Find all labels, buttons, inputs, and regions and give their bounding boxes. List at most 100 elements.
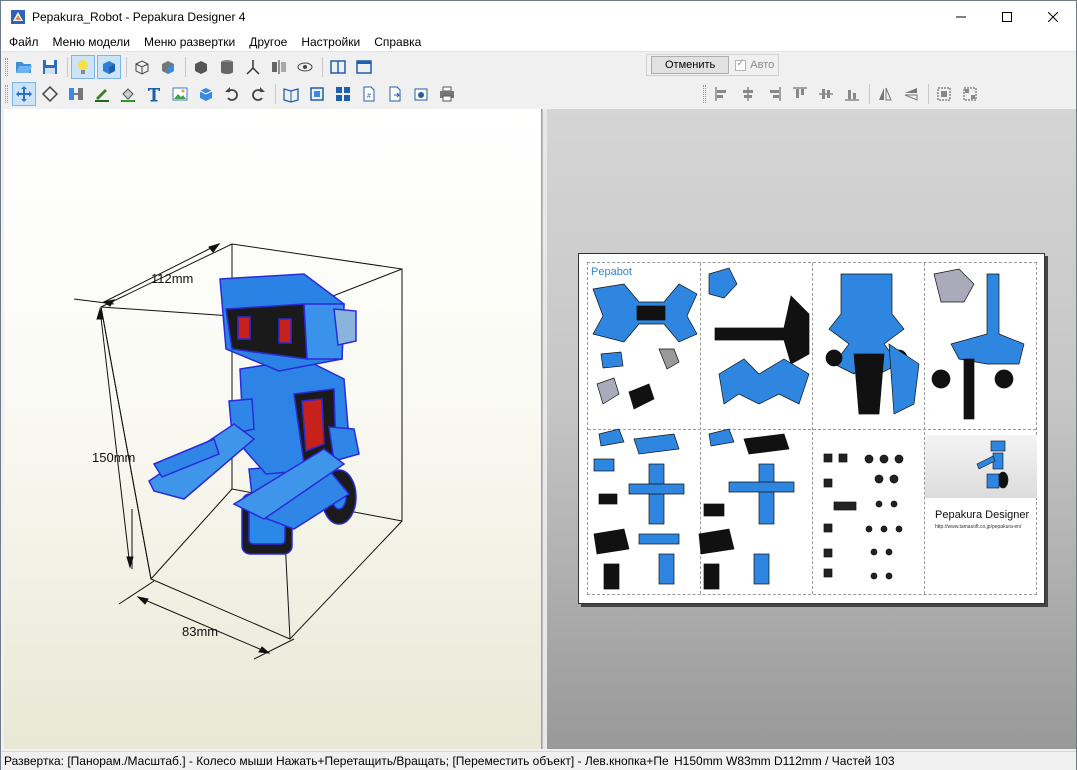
print-button[interactable] (435, 82, 459, 106)
robot-3d-model (73, 243, 403, 660)
page-number-icon: # (363, 86, 375, 102)
single-view-button[interactable] (352, 55, 376, 79)
menu-settings[interactable]: Настройки (294, 32, 367, 52)
flip-v-button[interactable] (899, 82, 923, 106)
auto-label: Авто (750, 59, 775, 71)
group-button[interactable] (932, 82, 956, 106)
align-center-button[interactable] (736, 82, 760, 106)
redo-button[interactable] (246, 82, 270, 106)
dim-width-label: 112mm (151, 271, 194, 286)
dim-depth-label: 83mm (182, 624, 219, 639)
texture-toggle-button[interactable] (97, 55, 121, 79)
axis-button[interactable] (241, 55, 265, 79)
align-top-button[interactable] (788, 82, 812, 106)
undo-text-button[interactable]: Отменить (651, 56, 730, 74)
menu-file[interactable]: Файл (1, 32, 46, 52)
maximize-icon (1002, 11, 1012, 22)
paper-url-text: http://www.tamasoft.co.jp/pepakura-en/ (935, 524, 1022, 530)
box-button[interactable] (189, 55, 213, 79)
status-hint: Развертка: [Панорам./Масштаб.] - Колесо … (4, 754, 668, 768)
align-top-icon (793, 87, 807, 98)
minimize-button[interactable] (938, 1, 984, 32)
pepakura-app-icon (11, 9, 25, 24)
page-number-button[interactable]: # (357, 82, 381, 106)
toolbar-area: # (1, 52, 1076, 108)
save-button[interactable] (38, 55, 62, 79)
split-view-button[interactable] (326, 55, 350, 79)
grid-parts-icon (336, 87, 350, 101)
window-title: Pepakura_Robot - Pepakura Designer 4 (32, 9, 246, 24)
cube-unfold-icon (199, 88, 213, 101)
flip-horizontal-icon (879, 87, 892, 101)
paint-button[interactable] (116, 82, 140, 106)
arrange-parts-button[interactable] (331, 82, 355, 106)
pencil-line-icon (95, 89, 109, 102)
paint-bucket-icon (121, 88, 135, 102)
camera-icon (414, 88, 428, 101)
menu-unfold[interactable]: Меню развертки (137, 32, 242, 52)
flip-h-button[interactable] (873, 82, 897, 106)
mirror-icon (272, 60, 286, 74)
mirror-button[interactable] (267, 55, 291, 79)
fit-page-button[interactable] (305, 82, 329, 106)
cylinder-button[interactable] (215, 55, 239, 79)
light-toggle-button[interactable] (71, 55, 95, 79)
edge-tool-button[interactable] (90, 82, 114, 106)
move-arrows-icon (16, 86, 32, 102)
redo-icon (252, 87, 265, 101)
text-tool-button[interactable] (142, 82, 166, 106)
group-icon (937, 87, 951, 101)
2d-unfold-view[interactable]: Pepabot Pepakura Designer http://www.tam… (547, 109, 1076, 749)
close-icon (1048, 11, 1058, 22)
undo-button[interactable] (220, 82, 244, 106)
align-right-button[interactable] (762, 82, 786, 106)
snapshot-button[interactable] (409, 82, 433, 106)
menu-help[interactable]: Справка (367, 32, 428, 52)
image-tool-button[interactable] (168, 82, 192, 106)
align-left-icon (715, 87, 726, 101)
3d-view[interactable]: 112mm 150mm 83mm (4, 109, 542, 749)
align-bottom-button[interactable] (840, 82, 864, 106)
align-right-icon (770, 87, 781, 101)
book-icon (283, 88, 299, 103)
align-bottom-icon (845, 90, 859, 101)
export-button[interactable] (383, 82, 407, 106)
unfold-button[interactable] (194, 82, 218, 106)
toolbar-unfold: # (1, 81, 461, 107)
status-dimensions: H150mm W83mm D112mm / Частей 103 (674, 754, 895, 768)
fit-page-icon (310, 87, 324, 101)
folder-open-icon (16, 62, 32, 73)
rotate-part-button[interactable] (38, 82, 62, 106)
menu-model[interactable]: Меню модели (46, 32, 137, 52)
printer-icon (440, 86, 454, 102)
close-button[interactable] (1030, 1, 1076, 32)
lightbulb-icon (78, 60, 88, 74)
open-button[interactable] (12, 55, 36, 79)
align-left-button[interactable] (710, 82, 734, 106)
cube-blue-icon (162, 61, 174, 74)
cube-select-icon (135, 60, 149, 75)
toolbar-main (1, 54, 378, 80)
menu-other[interactable]: Другое (242, 32, 294, 52)
auto-checkbox[interactable]: Авто (735, 58, 775, 71)
image-icon (172, 87, 188, 101)
minimize-icon (956, 16, 966, 17)
undo-panel: Отменить Авто (646, 54, 780, 76)
status-bar: Развертка: [Панорам./Масштаб.] - Колесо … (1, 751, 1076, 770)
view-eye-button[interactable] (293, 55, 317, 79)
export-page-icon (389, 86, 401, 102)
join-edges-icon (69, 88, 83, 100)
align-middle-button[interactable] (814, 82, 838, 106)
join-edges-button[interactable] (64, 82, 88, 106)
toolbar-align (699, 81, 984, 107)
paper-brand-text: Pepakura Designer (935, 509, 1030, 521)
cube-blue-button[interactable] (156, 55, 180, 79)
checkbox-box (735, 58, 747, 71)
move-part-button[interactable] (12, 82, 36, 106)
ungroup-button[interactable] (958, 82, 982, 106)
maximize-button[interactable] (984, 1, 1030, 32)
open-book-button[interactable] (279, 82, 303, 106)
undo-icon (225, 87, 238, 101)
title-bar[interactable]: Pepakura_Robot - Pepakura Designer 4 (1, 1, 1076, 32)
select-tool-button[interactable] (130, 55, 154, 79)
